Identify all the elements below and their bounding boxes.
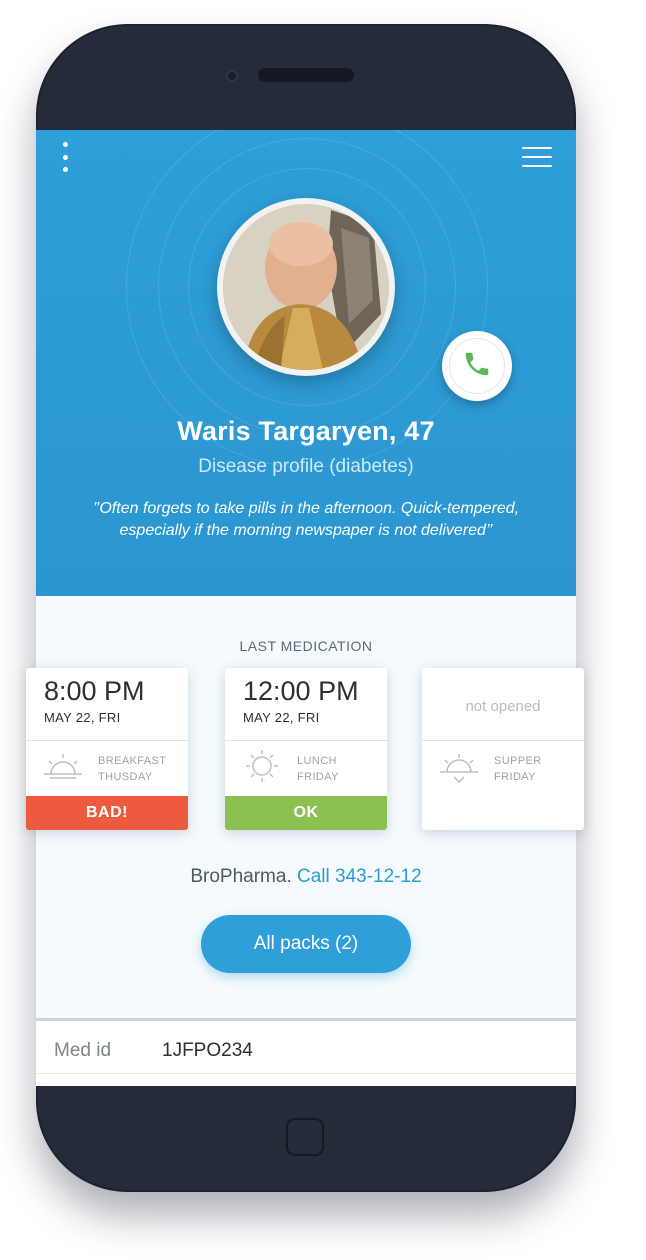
call-button[interactable]: [442, 331, 512, 401]
sunrise-icon: [42, 752, 84, 787]
med-id-row: Med id 1JFPO234: [36, 1018, 576, 1086]
status-badge: BAD!: [26, 796, 188, 830]
card-time: 8:00 PM: [44, 676, 145, 706]
home-button[interactable]: [286, 1118, 324, 1156]
card-time: 12:00 PM: [243, 676, 359, 706]
card-meal: LUNCH FRIDAY: [297, 753, 339, 785]
card-date: MAY 22, FRI: [44, 710, 121, 725]
meal-label: BREAKFAST: [98, 755, 167, 767]
hamburger-menu-icon[interactable]: [522, 147, 552, 167]
phone-icon: [462, 349, 492, 384]
patient-name: Waris Targaryen, 47: [177, 416, 435, 446]
card-meal: SUPPER FRIDAY: [494, 753, 542, 785]
medication-card-breakfast[interactable]: 8:00 PM MAY 22, FRI BREAKFAST THUSDAY BA…: [26, 668, 188, 830]
patient-note: ’’Often forgets to take pills in the aft…: [92, 500, 520, 539]
med-id-label: Med id: [54, 1040, 112, 1061]
patient-header: Waris Targaryen, 47 Disease profile (dia…: [36, 130, 576, 596]
pharmacy-info: BroPharma. Call 343-12-12: [36, 866, 576, 888]
card-divider: [225, 740, 387, 741]
meal-label: SUPPER: [494, 755, 542, 767]
app-screen: Waris Targaryen, 47 Disease profile (dia…: [26, 130, 584, 1086]
meal-day: FRIDAY: [494, 771, 536, 783]
card-divider: [26, 740, 188, 741]
section-title: LAST MEDICATION: [239, 638, 373, 654]
med-id-value: 1JFPO234: [162, 1040, 253, 1061]
disease-profile: Disease profile (diabetes): [198, 456, 414, 477]
front-camera: [226, 70, 238, 82]
meal-day: THUSDAY: [98, 771, 153, 783]
meal-label: LUNCH: [297, 755, 337, 767]
row-divider: [36, 1073, 576, 1074]
status-badge: OK: [225, 796, 387, 830]
meal-day: FRIDAY: [297, 771, 339, 783]
card-divider: [422, 740, 584, 741]
all-packs-button[interactable]: All packs (2): [201, 915, 411, 973]
pharmacy-name: BroPharma.: [190, 866, 292, 887]
more-options-icon[interactable]: [60, 142, 70, 172]
earpiece-speaker: [258, 68, 354, 82]
avatar-photo: [223, 204, 389, 370]
card-date: MAY 22, FRI: [243, 710, 320, 725]
pharmacy-call-link[interactable]: Call 343-12-12: [297, 866, 422, 887]
card-status-text: not opened: [465, 698, 541, 715]
avatar: [217, 198, 395, 376]
card-meal: BREAKFAST THUSDAY: [98, 753, 166, 785]
medication-card-lunch[interactable]: 12:00 PM MAY 22, FRI LUNCH FRIDAY OK: [225, 668, 387, 830]
medication-card-supper[interactable]: not opened SUPPER FRIDAY: [422, 668, 584, 830]
sun-icon: [241, 750, 283, 789]
sunset-icon: [438, 752, 480, 791]
